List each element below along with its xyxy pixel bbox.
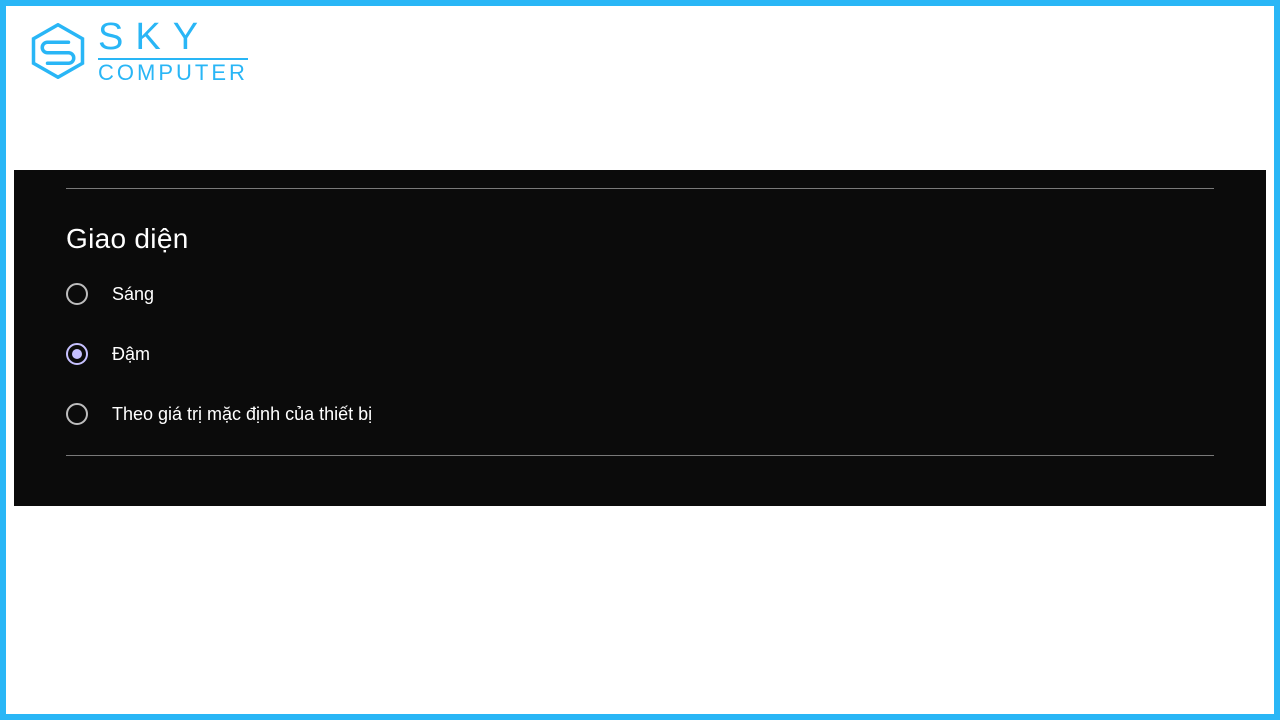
brand-text-top: SKY: [98, 18, 248, 60]
divider-top: [66, 188, 1214, 189]
settings-panel: Giao diện Sáng Đậm Theo giá trị mặc định…: [14, 170, 1266, 506]
option-label: Đậm: [112, 344, 150, 365]
radio-unchecked-icon: [66, 283, 88, 305]
appearance-option-device-default[interactable]: Theo giá trị mặc định của thiết bị: [66, 403, 1214, 425]
brand-text: SKY COMPUTER: [98, 18, 248, 84]
appearance-options: Sáng Đậm Theo giá trị mặc định của thiết…: [66, 283, 1214, 425]
brand-mark-icon: [30, 23, 86, 79]
option-label: Theo giá trị mặc định của thiết bị: [112, 404, 372, 425]
appearance-option-light[interactable]: Sáng: [66, 283, 1214, 305]
appearance-option-dark[interactable]: Đậm: [66, 343, 1214, 365]
radio-checked-icon: [66, 343, 88, 365]
brand-text-bottom: COMPUTER: [98, 62, 248, 84]
option-label: Sáng: [112, 284, 154, 305]
radio-unchecked-icon: [66, 403, 88, 425]
section-title-appearance: Giao diện: [66, 223, 1214, 255]
divider-bottom: [66, 455, 1214, 456]
brand-logo: SKY COMPUTER: [30, 18, 248, 84]
page-frame: SKY COMPUTER Giao diện Sáng Đậm Theo giá…: [0, 0, 1280, 720]
